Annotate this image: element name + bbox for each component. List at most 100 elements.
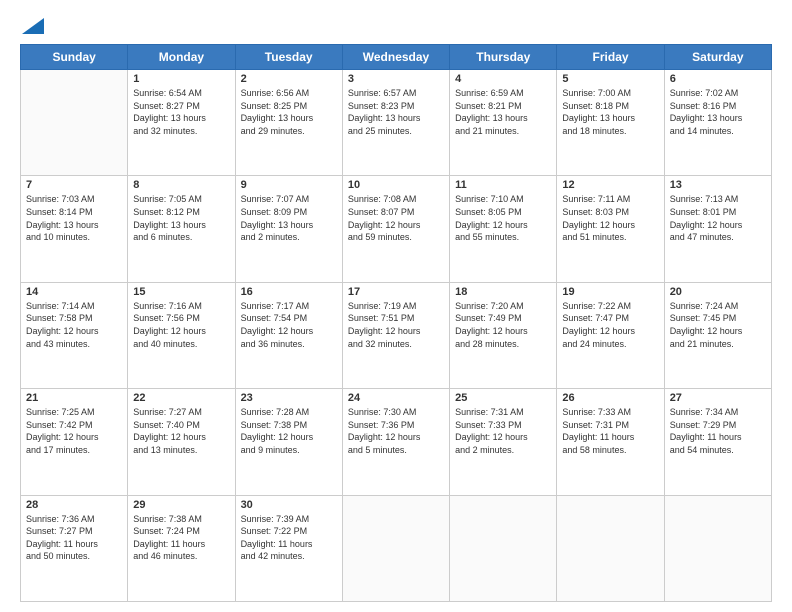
day-number: 18 — [455, 286, 551, 298]
day-info: Sunrise: 7:05 AM Sunset: 8:12 PM Dayligh… — [133, 193, 229, 243]
calendar-cell: 4 Sunrise: 6:59 AM Sunset: 8:21 PM Daylig… — [450, 70, 557, 176]
day-info: Sunrise: 7:02 AM Sunset: 8:16 PM Dayligh… — [670, 87, 766, 137]
calendar-cell: 8 Sunrise: 7:05 AM Sunset: 8:12 PM Daylig… — [128, 176, 235, 282]
col-header-saturday: Saturday — [664, 45, 771, 70]
col-header-thursday: Thursday — [450, 45, 557, 70]
logo-icon — [22, 18, 44, 34]
day-number: 9 — [241, 179, 337, 191]
day-info: Sunrise: 7:07 AM Sunset: 8:09 PM Dayligh… — [241, 193, 337, 243]
calendar-cell: 2 Sunrise: 6:56 AM Sunset: 8:25 PM Daylig… — [235, 70, 342, 176]
day-number: 1 — [133, 73, 229, 85]
day-number: 3 — [348, 73, 444, 85]
day-info: Sunrise: 7:39 AM Sunset: 7:22 PM Dayligh… — [241, 513, 337, 563]
week-row-5: 28Sunrise: 7:36 AM Sunset: 7:27 PM Dayli… — [21, 495, 772, 601]
calendar-cell — [557, 495, 664, 601]
calendar-cell: 21 Sunrise: 7:25 AM Sunset: 7:42 PM Dayli… — [21, 389, 128, 495]
header-row: SundayMondayTuesdayWednesdayThursdayFrid… — [21, 45, 772, 70]
day-info: Sunrise: 7:19 AM Sunset: 7:51 PM Dayligh… — [348, 300, 444, 350]
calendar-cell: 23 Sunrise: 7:28 AM Sunset: 7:38 PM Dayli… — [235, 389, 342, 495]
day-number: 19 — [562, 286, 658, 298]
col-header-friday: Friday — [557, 45, 664, 70]
day-info: Sunrise: 7:13 AM Sunset: 8:01 PM Dayligh… — [670, 193, 766, 243]
calendar-cell: 30 Sunrise: 7:39 AM Sunset: 7:22 PM Dayli… — [235, 495, 342, 601]
calendar-cell: 27 Sunrise: 7:34 AM Sunset: 7:29 PM Dayli… — [664, 389, 771, 495]
day-info: Sunrise: 6:56 AM Sunset: 8:25 PM Dayligh… — [241, 87, 337, 137]
calendar-cell: 26Sunrise: 7:33 AM Sunset: 7:31 PM Dayli… — [557, 389, 664, 495]
day-number: 30 — [241, 499, 337, 511]
day-number: 6 — [670, 73, 766, 85]
day-number: 16 — [241, 286, 337, 298]
day-info: Sunrise: 7:22 AM Sunset: 7:47 PM Dayligh… — [562, 300, 658, 350]
calendar-cell: 13 Sunrise: 7:13 AM Sunset: 8:01 PM Dayli… — [664, 176, 771, 282]
day-number: 24 — [348, 392, 444, 404]
calendar-cell: 15Sunrise: 7:16 AM Sunset: 7:56 PM Dayli… — [128, 282, 235, 388]
day-info: Sunrise: 7:34 AM Sunset: 7:29 PM Dayligh… — [670, 406, 766, 456]
day-number: 11 — [455, 179, 551, 191]
calendar-cell: 16 Sunrise: 7:17 AM Sunset: 7:54 PM Dayli… — [235, 282, 342, 388]
day-number: 15 — [133, 286, 229, 298]
day-number: 17 — [348, 286, 444, 298]
col-header-sunday: Sunday — [21, 45, 128, 70]
day-info: Sunrise: 7:20 AM Sunset: 7:49 PM Dayligh… — [455, 300, 551, 350]
calendar-cell — [664, 495, 771, 601]
calendar-cell — [450, 495, 557, 601]
calendar-cell: 3 Sunrise: 6:57 AM Sunset: 8:23 PM Daylig… — [342, 70, 449, 176]
day-info: Sunrise: 7:38 AM Sunset: 7:24 PM Dayligh… — [133, 513, 229, 563]
day-number: 21 — [26, 392, 122, 404]
day-info: Sunrise: 7:27 AM Sunset: 7:40 PM Dayligh… — [133, 406, 229, 456]
day-info: Sunrise: 7:14 AM Sunset: 7:58 PM Dayligh… — [26, 300, 122, 350]
calendar-cell: 6 Sunrise: 7:02 AM Sunset: 8:16 PM Daylig… — [664, 70, 771, 176]
day-info: Sunrise: 7:03 AM Sunset: 8:14 PM Dayligh… — [26, 193, 122, 243]
day-number: 20 — [670, 286, 766, 298]
day-info: Sunrise: 6:59 AM Sunset: 8:21 PM Dayligh… — [455, 87, 551, 137]
calendar-cell — [342, 495, 449, 601]
calendar-cell: 24Sunrise: 7:30 AM Sunset: 7:36 PM Dayli… — [342, 389, 449, 495]
day-number: 22 — [133, 392, 229, 404]
day-number: 29 — [133, 499, 229, 511]
day-info: Sunrise: 7:33 AM Sunset: 7:31 PM Dayligh… — [562, 406, 658, 456]
day-info: Sunrise: 7:25 AM Sunset: 7:42 PM Dayligh… — [26, 406, 122, 456]
calendar-cell — [21, 70, 128, 176]
day-number: 7 — [26, 179, 122, 191]
day-number: 4 — [455, 73, 551, 85]
calendar-cell: 20 Sunrise: 7:24 AM Sunset: 7:45 PM Dayli… — [664, 282, 771, 388]
calendar-cell: 10 Sunrise: 7:08 AM Sunset: 8:07 PM Dayli… — [342, 176, 449, 282]
week-row-3: 14Sunrise: 7:14 AM Sunset: 7:58 PM Dayli… — [21, 282, 772, 388]
calendar-cell: 29 Sunrise: 7:38 AM Sunset: 7:24 PM Dayli… — [128, 495, 235, 601]
day-info: Sunrise: 7:17 AM Sunset: 7:54 PM Dayligh… — [241, 300, 337, 350]
day-info: Sunrise: 7:11 AM Sunset: 8:03 PM Dayligh… — [562, 193, 658, 243]
day-number: 10 — [348, 179, 444, 191]
day-number: 27 — [670, 392, 766, 404]
calendar-cell: 22 Sunrise: 7:27 AM Sunset: 7:40 PM Dayli… — [128, 389, 235, 495]
calendar-cell: 1 Sunrise: 6:54 AM Sunset: 8:27 PM Daylig… — [128, 70, 235, 176]
calendar: SundayMondayTuesdayWednesdayThursdayFrid… — [20, 44, 772, 602]
day-number: 23 — [241, 392, 337, 404]
header — [20, 18, 772, 34]
day-number: 2 — [241, 73, 337, 85]
calendar-cell: 14Sunrise: 7:14 AM Sunset: 7:58 PM Dayli… — [21, 282, 128, 388]
calendar-cell: 28Sunrise: 7:36 AM Sunset: 7:27 PM Dayli… — [21, 495, 128, 601]
calendar-cell: 11Sunrise: 7:10 AM Sunset: 8:05 PM Dayli… — [450, 176, 557, 282]
week-row-1: 1 Sunrise: 6:54 AM Sunset: 8:27 PM Daylig… — [21, 70, 772, 176]
col-header-wednesday: Wednesday — [342, 45, 449, 70]
day-info: Sunrise: 7:28 AM Sunset: 7:38 PM Dayligh… — [241, 406, 337, 456]
calendar-cell: 5 Sunrise: 7:00 AM Sunset: 8:18 PM Daylig… — [557, 70, 664, 176]
day-info: Sunrise: 7:24 AM Sunset: 7:45 PM Dayligh… — [670, 300, 766, 350]
day-info: Sunrise: 7:08 AM Sunset: 8:07 PM Dayligh… — [348, 193, 444, 243]
logo — [20, 18, 44, 34]
day-info: Sunrise: 6:57 AM Sunset: 8:23 PM Dayligh… — [348, 87, 444, 137]
week-row-2: 7 Sunrise: 7:03 AM Sunset: 8:14 PM Daylig… — [21, 176, 772, 282]
day-info: Sunrise: 6:54 AM Sunset: 8:27 PM Dayligh… — [133, 87, 229, 137]
calendar-cell: 12 Sunrise: 7:11 AM Sunset: 8:03 PM Dayli… — [557, 176, 664, 282]
calendar-cell: 9 Sunrise: 7:07 AM Sunset: 8:09 PM Daylig… — [235, 176, 342, 282]
day-info: Sunrise: 7:00 AM Sunset: 8:18 PM Dayligh… — [562, 87, 658, 137]
day-number: 28 — [26, 499, 122, 511]
col-header-tuesday: Tuesday — [235, 45, 342, 70]
calendar-cell: 25Sunrise: 7:31 AM Sunset: 7:33 PM Dayli… — [450, 389, 557, 495]
day-number: 5 — [562, 73, 658, 85]
day-number: 12 — [562, 179, 658, 191]
calendar-cell: 18 Sunrise: 7:20 AM Sunset: 7:49 PM Dayli… — [450, 282, 557, 388]
day-number: 8 — [133, 179, 229, 191]
day-info: Sunrise: 7:31 AM Sunset: 7:33 PM Dayligh… — [455, 406, 551, 456]
day-number: 13 — [670, 179, 766, 191]
